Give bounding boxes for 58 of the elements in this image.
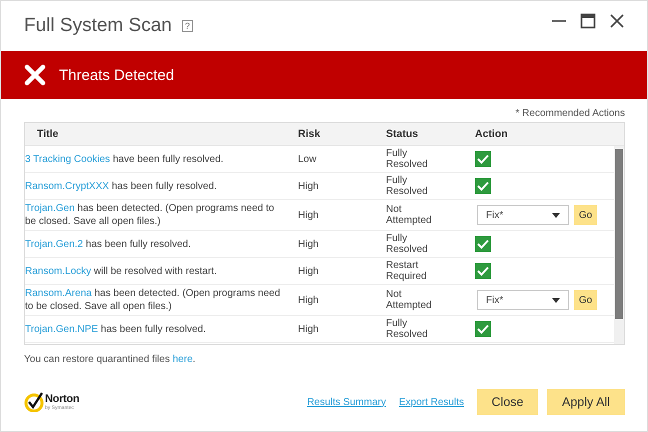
risk-cell: Low <box>298 154 316 164</box>
help-button[interactable]: ? <box>182 20 193 32</box>
risk-cell: High <box>298 238 319 250</box>
caret-icon <box>552 212 560 218</box>
risk-cell: High <box>298 266 319 276</box>
threat-description: Trojan.Gen.NPE has been fully resolved. <box>25 322 206 336</box>
go-button[interactable]: Go <box>574 290 597 310</box>
action-dropdown[interactable]: Fix* <box>477 205 569 225</box>
status-cell-text: Not Attempted <box>386 204 433 226</box>
column-header: Status <box>386 128 420 140</box>
checkbox[interactable] <box>475 151 491 167</box>
recommended-note: * Recommended Actions <box>515 108 625 119</box>
checkbox[interactable] <box>475 178 491 194</box>
threat-description: Ransom.CryptXXX has been fully resolved. <box>25 180 217 192</box>
restore-text: You can restore quarantined files here. <box>24 354 196 365</box>
threat-description: Trojan.Gen has been detected. (Open programs need to be closed. Save all open files.) <box>25 202 276 228</box>
threat-link[interactable]: Trojan.Gen.NPE <box>25 324 98 334</box>
logo-text: Norton <box>45 393 80 405</box>
threat-link[interactable]: Trojan.Gen.2 <box>25 238 83 250</box>
threat-description: Ransom.Locky will be resolved with restart. <box>25 264 217 278</box>
risk-cell: High <box>298 294 319 306</box>
status-cell-text: Fully Resolved <box>386 233 429 255</box>
threat-link[interactable]: 3 Tracking Cookies <box>25 154 110 164</box>
close-icon[interactable] <box>609 13 625 29</box>
threat-link[interactable]: Ransom.Locky <box>25 266 92 276</box>
restore-link[interactable]: here <box>172 354 193 365</box>
footer-button[interactable]: Close <box>477 389 538 415</box>
risk-cell: High <box>298 324 319 334</box>
status-cell-text: Not Attempted <box>386 289 433 311</box>
column-header: Action <box>475 128 509 140</box>
action-dropdown[interactable]: Fix* <box>477 290 569 310</box>
threat-link[interactable]: Trojan.Gen <box>25 203 75 214</box>
threat-description: Ransom.Arena has been detected. (Open programs need to be closed. Save all open files.) <box>25 287 282 313</box>
threat-link[interactable]: Ransom.Arena <box>25 288 92 299</box>
caret-icon <box>552 298 560 302</box>
banner-text: Threats Detected <box>59 66 174 84</box>
maximize-icon[interactable] <box>580 13 596 29</box>
go-button[interactable]: Go <box>574 205 597 225</box>
threat-link[interactable]: Ransom.CryptXXX <box>25 180 109 192</box>
column-header: Title <box>36 128 60 140</box>
checkbox[interactable] <box>475 321 491 337</box>
column-header: Risk <box>298 128 322 140</box>
footer-link[interactable]: Export Results <box>398 396 464 408</box>
status-cell-text: Fully Resolved <box>386 148 429 170</box>
risk-cell: High <box>298 180 319 192</box>
status-cell-text: Fully Resolved <box>386 318 429 340</box>
status-cell-text: Restart Required <box>386 260 428 282</box>
threat-description: 3 Tracking Cookies have been fully resolved. <box>25 152 224 166</box>
footer-link[interactable]: Results Summary <box>307 396 386 408</box>
status-cell-text: Fully Resolved <box>386 175 429 197</box>
risk-cell: High <box>298 210 319 220</box>
checkbox[interactable] <box>475 263 491 279</box>
checkbox[interactable] <box>475 236 491 252</box>
scrollbar[interactable] <box>614 146 624 344</box>
threat-description: Trojan.Gen.2 has been fully resolved. <box>25 238 191 250</box>
footer-button[interactable]: Apply All <box>547 389 625 415</box>
cross-icon <box>24 64 46 86</box>
window-title: Full System Scan <box>24 15 172 37</box>
